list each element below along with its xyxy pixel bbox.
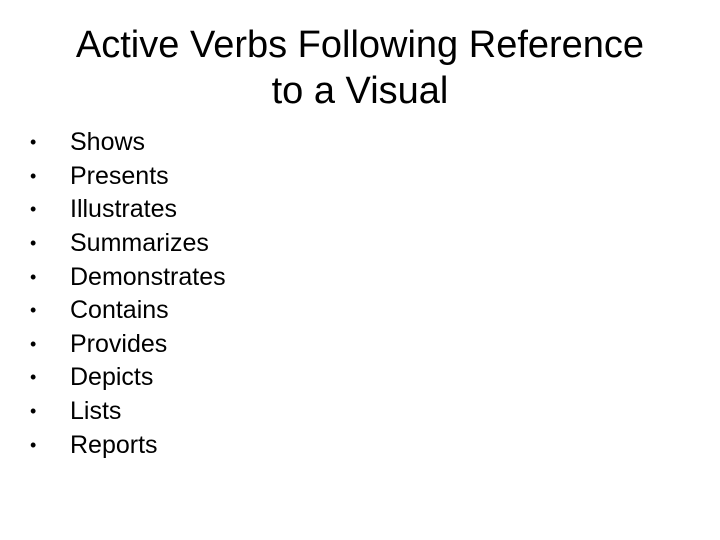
bullet-icon: •: [30, 132, 37, 153]
list-item: • Presents: [30, 160, 226, 194]
slide-title: Active Verbs Following Reference to a Vi…: [36, 22, 684, 114]
list-item-text: Provides: [70, 329, 168, 358]
list-item: • Provides: [30, 328, 226, 362]
bullet-icon: •: [30, 199, 37, 220]
list-item-text: Depicts: [70, 363, 154, 392]
bullet-icon: •: [30, 367, 37, 388]
bullet-icon: •: [30, 434, 37, 455]
list-item-text: Summarizes: [70, 229, 209, 258]
list-item-text: Illustrates: [70, 195, 177, 224]
bullet-icon: •: [30, 333, 37, 354]
list-item: • Depicts: [30, 361, 226, 395]
list-item-text: Lists: [70, 397, 122, 426]
list-item: • Illustrates: [30, 193, 226, 227]
list-item-text: Demonstrates: [70, 262, 226, 291]
list-item: • Summarizes: [30, 227, 226, 261]
bullet-icon: •: [30, 165, 37, 186]
list-item: • Lists: [30, 395, 226, 429]
list-item-text: Reports: [70, 430, 158, 459]
list-item: • Demonstrates: [30, 260, 226, 294]
list-item-text: Shows: [70, 128, 146, 157]
list-item-text: Contains: [70, 296, 169, 325]
list-item: • Shows: [30, 126, 226, 160]
slide-title-line-1: Active Verbs Following Reference: [75, 24, 645, 66]
bullet-icon: •: [30, 266, 37, 287]
bullet-icon: •: [30, 401, 37, 422]
verb-list: • Shows • Presents • Illustrates • Summa…: [30, 126, 226, 462]
list-item-text: Presents: [70, 161, 169, 190]
list-item: • Contains: [30, 294, 226, 328]
list-item: • Reports: [30, 428, 226, 462]
bullet-icon: •: [30, 300, 37, 321]
slide-title-line-2: to a Visual: [271, 70, 449, 112]
bullet-icon: •: [30, 233, 37, 254]
